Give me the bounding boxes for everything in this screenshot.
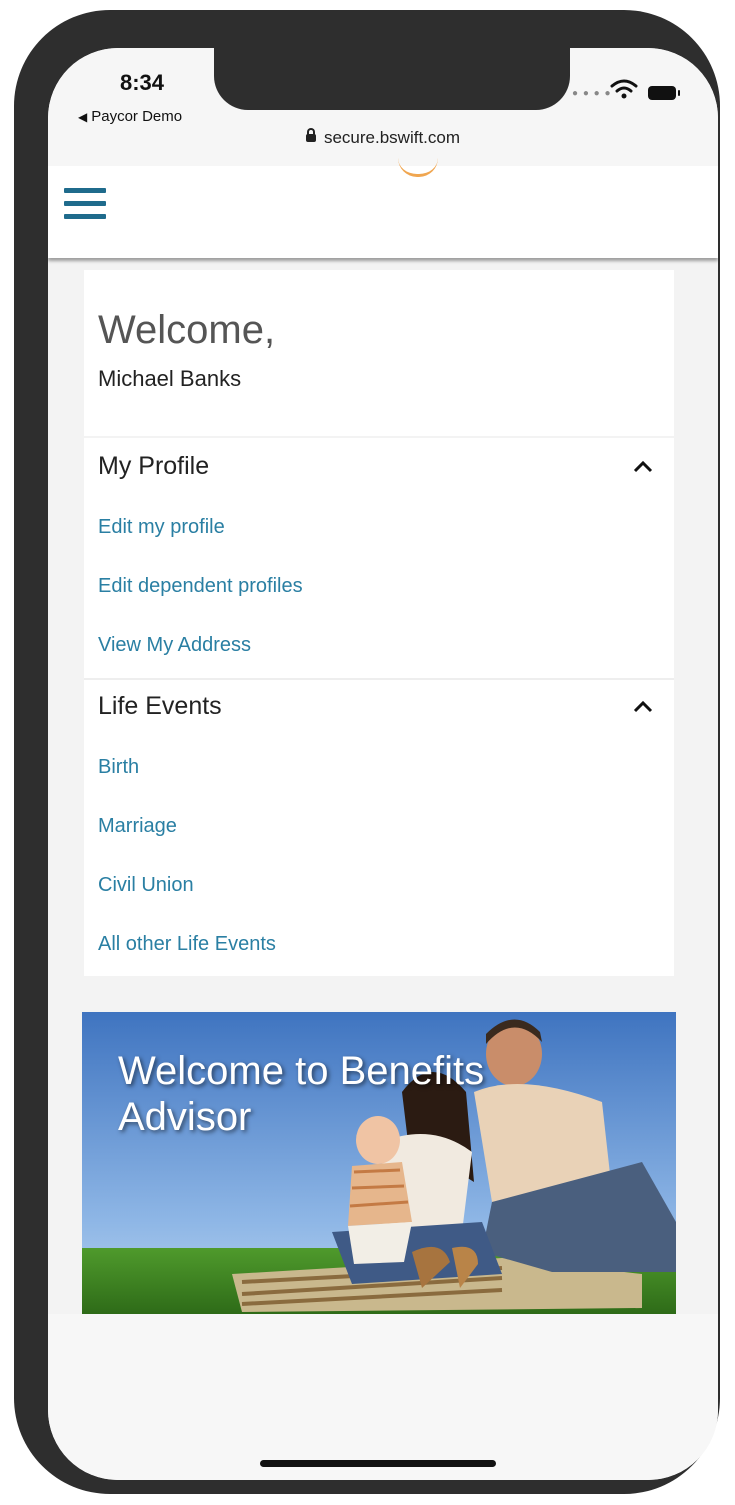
- back-to-app-link[interactable]: ◀ Paycor Demo: [78, 108, 182, 125]
- welcome-card: Welcome, Michael Banks: [84, 270, 674, 436]
- notch: [214, 48, 570, 110]
- lock-icon: [305, 128, 316, 142]
- back-app-label: Paycor Demo: [91, 108, 183, 125]
- marriage-link[interactable]: Marriage: [98, 815, 177, 838]
- life-events-heading: Life Events: [98, 692, 222, 720]
- banner-title: Welcome to Benefits Advisor: [118, 1048, 578, 1140]
- all-other-life-events-link[interactable]: All other Life Events: [98, 933, 276, 956]
- signal-icon: ● ● ● ●: [572, 88, 612, 99]
- banner-title-line1: Welcome to Benefits: [118, 1049, 485, 1093]
- view-my-address-link[interactable]: View My Address: [98, 634, 251, 657]
- wifi-icon: [610, 78, 638, 105]
- blank-area: [48, 1314, 718, 1480]
- section-divider: [84, 678, 674, 680]
- url-text: secure.bswift.com: [323, 128, 461, 147]
- banner-title-line2: Advisor: [118, 1095, 252, 1139]
- edit-my-profile-link[interactable]: Edit my profile: [98, 516, 225, 539]
- my-profile-heading: My Profile: [98, 452, 210, 480]
- chevron-up-icon[interactable]: [632, 456, 654, 478]
- logo-fragment: [398, 158, 438, 177]
- chevron-up-icon[interactable]: [632, 696, 654, 718]
- screen: 8:34 ◀ Paycor Demo ● ● ● ● secure.bswift.…: [48, 48, 718, 1480]
- user-name: Michael Banks: [98, 366, 242, 391]
- back-arrow-icon: ◀: [78, 110, 88, 124]
- menu-card: My Profile Edit my profile Edit dependen…: [84, 438, 674, 976]
- hamburger-icon[interactable]: [64, 188, 106, 222]
- battery-icon: [648, 86, 680, 100]
- app-header: [48, 166, 718, 258]
- phone-frame: 8:34 ◀ Paycor Demo ● ● ● ● secure.bswift.…: [14, 10, 720, 1494]
- birth-link[interactable]: Birth: [98, 756, 139, 779]
- welcome-banner[interactable]: Welcome to Benefits Advisor: [82, 1012, 676, 1314]
- address-bar[interactable]: secure.bswift.com: [48, 128, 718, 148]
- status-time: 8:34: [120, 70, 165, 95]
- edit-dependent-profiles-link[interactable]: Edit dependent profiles: [98, 575, 303, 598]
- civil-union-link[interactable]: Civil Union: [98, 874, 194, 897]
- welcome-heading: Welcome,: [98, 308, 276, 352]
- home-indicator[interactable]: [260, 1460, 496, 1467]
